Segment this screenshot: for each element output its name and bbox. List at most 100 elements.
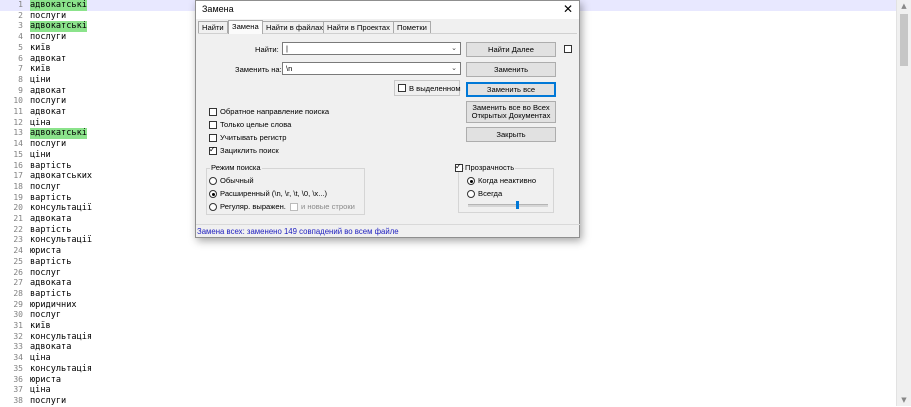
line-text: вартість xyxy=(30,192,72,203)
editor-line[interactable]: 34 ціна xyxy=(0,353,897,364)
line-number: 38 xyxy=(13,395,23,405)
line-number: 28 xyxy=(13,288,23,298)
line-number: 15 xyxy=(13,149,23,159)
line-text: юриста xyxy=(30,246,62,257)
line-text: адвоката xyxy=(30,278,72,289)
scrollbar-thumb[interactable] xyxy=(900,14,908,66)
editor-line[interactable]: 28 вартість xyxy=(0,289,897,300)
replace-input[interactable]: \n ⌄ xyxy=(282,62,461,75)
editor-line[interactable]: 24 юриста xyxy=(0,246,897,257)
line-text: адвокатські xyxy=(30,128,87,140)
line-text: адвокатські xyxy=(30,0,87,11)
line-text: послуги xyxy=(30,32,67,43)
whole-word-checkbox[interactable] xyxy=(209,121,217,129)
line-number: 34 xyxy=(13,353,23,363)
line-number: 3 xyxy=(18,21,23,31)
line-text: ціна xyxy=(30,353,51,364)
wrap-around-checkbox[interactable] xyxy=(209,145,217,155)
line-text: адвокат xyxy=(30,107,67,117)
replace-input-value: \n xyxy=(286,64,293,73)
editor-line[interactable]: 29 юридичних xyxy=(0,300,897,311)
chevron-down-icon[interactable]: ⌄ xyxy=(451,43,457,54)
editor-line[interactable]: 33 адвоката xyxy=(0,342,897,353)
mode-normal-label: Обычный xyxy=(220,176,254,185)
editor-line[interactable]: 30 послуг xyxy=(0,310,897,321)
line-text: послуги xyxy=(30,96,67,107)
in-selection-label: В выделенном xyxy=(409,84,461,93)
editor-line[interactable]: 26 послуг xyxy=(0,268,897,279)
in-selection-checkbox[interactable] xyxy=(398,84,406,92)
line-number: 35 xyxy=(13,363,23,373)
mode-normal-radio[interactable] xyxy=(209,177,217,185)
editor-line[interactable]: 37 ціна xyxy=(0,385,897,396)
line-text: послуги xyxy=(30,139,67,150)
line-number: 27 xyxy=(13,278,23,288)
line-text: вартість xyxy=(30,288,72,299)
mode-extended-label: Расширенный (\n, \r, \t, \0, \x...) xyxy=(220,189,328,198)
status-bar-message: Замена всех: заменено 149 совпадений во … xyxy=(196,224,580,238)
in-selection-box: В выделенном xyxy=(394,80,461,96)
line-number: 32 xyxy=(13,331,23,341)
transparency-title: Прозрачность xyxy=(464,163,516,172)
line-text: ціни xyxy=(30,74,51,85)
replace-all-button[interactable]: Заменить все xyxy=(466,82,556,97)
mode-regex-radio[interactable] xyxy=(209,203,217,211)
match-case-checkbox[interactable] xyxy=(209,134,217,142)
editor-line[interactable]: 31 київ xyxy=(0,321,897,332)
line-number: 26 xyxy=(13,267,23,277)
line-number: 4 xyxy=(18,32,23,42)
transparency-always-radio[interactable] xyxy=(467,190,475,198)
editor-line[interactable]: 35 консультація xyxy=(0,364,897,375)
line-text: ціни xyxy=(30,149,51,160)
replace-all-open-docs-button[interactable]: Заменить все во Всех Открытых Документах xyxy=(466,101,556,123)
transparency-checkbox[interactable] xyxy=(455,162,463,172)
transparency-slider-thumb[interactable] xyxy=(516,201,519,209)
line-text: вартість xyxy=(30,160,72,171)
backward-label: Обратное направление поиска xyxy=(220,107,330,116)
tab-find-in-projects[interactable]: Найти в Проектах xyxy=(323,21,394,33)
replace-dialog: Замена ✕ Найти Замена Найти в файлах Най… xyxy=(195,0,580,238)
scroll-down-icon[interactable]: ▼ xyxy=(897,394,911,406)
mode-regex-label: Регуляр. выражен. xyxy=(220,202,286,211)
tab-marks[interactable]: Пометки xyxy=(393,21,431,33)
line-text: адвокат xyxy=(30,85,67,96)
mode-extended-radio[interactable] xyxy=(209,190,217,198)
editor-line[interactable]: 32 консультація xyxy=(0,332,897,343)
dialog-titlebar[interactable]: Замена ✕ xyxy=(196,1,579,19)
transparency-slider-track[interactable] xyxy=(468,204,548,207)
line-text: юриста xyxy=(30,374,62,385)
vertical-scrollbar[interactable]: ▲ ▼ xyxy=(896,0,911,406)
line-number: 11 xyxy=(13,107,23,116)
close-button[interactable]: Закрыть xyxy=(466,127,556,142)
find-next-button[interactable]: Найти Далее xyxy=(466,42,556,57)
line-text: адвокатських xyxy=(30,171,93,182)
scroll-up-icon[interactable]: ▲ xyxy=(897,0,911,12)
line-text: послуги xyxy=(30,395,67,406)
editor-line[interactable]: 25 вартість xyxy=(0,257,897,268)
tab-find[interactable]: Найти xyxy=(198,21,228,33)
tab-replace[interactable]: Замена xyxy=(228,20,263,34)
transparency-inactive-radio[interactable] xyxy=(467,177,475,185)
line-number: 9 xyxy=(18,85,23,95)
tab-find-in-files[interactable]: Найти в файлах xyxy=(262,21,328,33)
line-text: послуг xyxy=(30,181,62,192)
newline-checkbox[interactable] xyxy=(290,203,298,211)
line-number: 10 xyxy=(13,96,23,106)
line-text: консультація xyxy=(30,331,93,342)
find-next-extra-checkbox[interactable] xyxy=(564,45,572,53)
line-number: 18 xyxy=(13,181,23,191)
line-text: ціна xyxy=(30,385,51,396)
find-input[interactable]: | ⌄ xyxy=(282,42,461,55)
editor-line[interactable]: 36 юриста xyxy=(0,375,897,386)
backward-checkbox[interactable] xyxy=(209,108,217,116)
replace-button[interactable]: Заменить xyxy=(466,62,556,77)
chevron-down-icon[interactable]: ⌄ xyxy=(451,63,457,74)
line-number: 36 xyxy=(13,374,23,384)
line-number: 21 xyxy=(13,214,23,223)
line-number: 25 xyxy=(13,256,23,266)
line-text: київ xyxy=(30,64,51,75)
editor-line[interactable]: 38 послуги xyxy=(0,396,897,407)
editor-line[interactable]: 27 адвоката xyxy=(0,278,897,289)
line-text: адвоката xyxy=(30,342,72,353)
close-icon[interactable]: ✕ xyxy=(563,2,573,16)
